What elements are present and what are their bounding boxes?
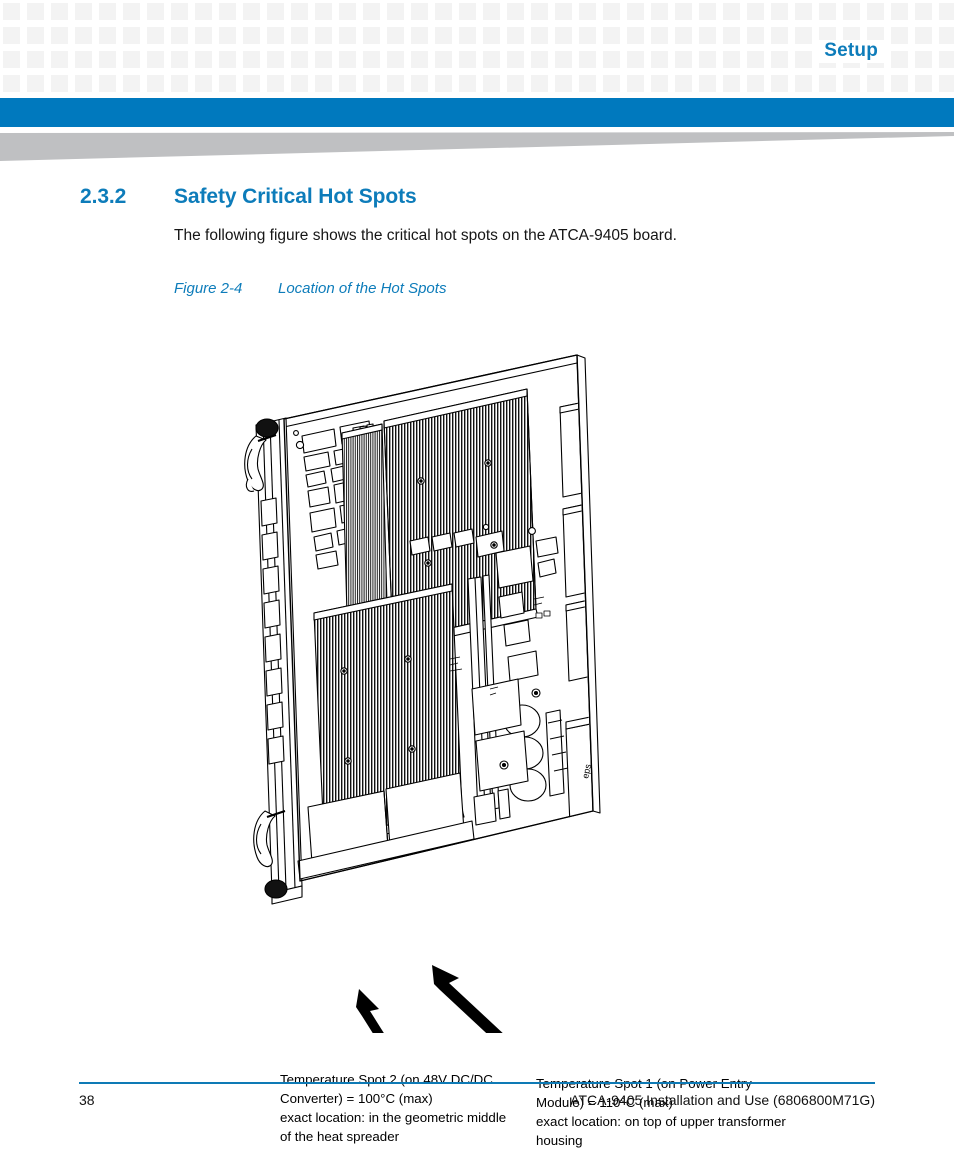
arrow-to-spot-2 — [356, 989, 384, 1033]
header-chapter-title: Setup — [818, 40, 884, 63]
header-gray-wedge — [0, 131, 954, 163]
page-content: 2.3.2 Safety Critical Hot Spots The follo… — [0, 163, 954, 1148]
atca-board-drawing: eps — [236, 341, 636, 921]
section-number: 2.3.2 — [80, 185, 127, 208]
footer-document-title: ATCA-9405 Installation and Use (6806800M… — [570, 1092, 875, 1108]
figure-label: Figure 2-4 — [174, 280, 243, 297]
arrow-to-spot-1 — [432, 965, 503, 1033]
section-title: Safety Critical Hot Spots — [174, 185, 417, 208]
section-body-text: The following figure shows the critical … — [174, 227, 677, 244]
header-blue-bar — [0, 98, 954, 127]
page-header: Setup — [0, 0, 954, 98]
header-grid-pattern — [3, 3, 954, 95]
section-heading: 2.3.2 Safety Critical Hot Spots — [80, 185, 880, 209]
footer-page-number: 38 — [79, 1092, 95, 1108]
figure-caption-text: Location of the Hot Spots — [278, 280, 447, 297]
figure-caption: Figure 2-4 Location of the Hot Spots — [174, 280, 446, 297]
figure-illustration: eps Temperature Spot 2 (on 48V DC/DC Con… — [0, 333, 954, 1148]
board-svg: eps — [244, 354, 601, 905]
footer-rule — [79, 1082, 875, 1084]
wedge-shape — [0, 132, 954, 161]
page-footer: 38 ATCA-9405 Installation and Use (68068… — [0, 1070, 954, 1145]
